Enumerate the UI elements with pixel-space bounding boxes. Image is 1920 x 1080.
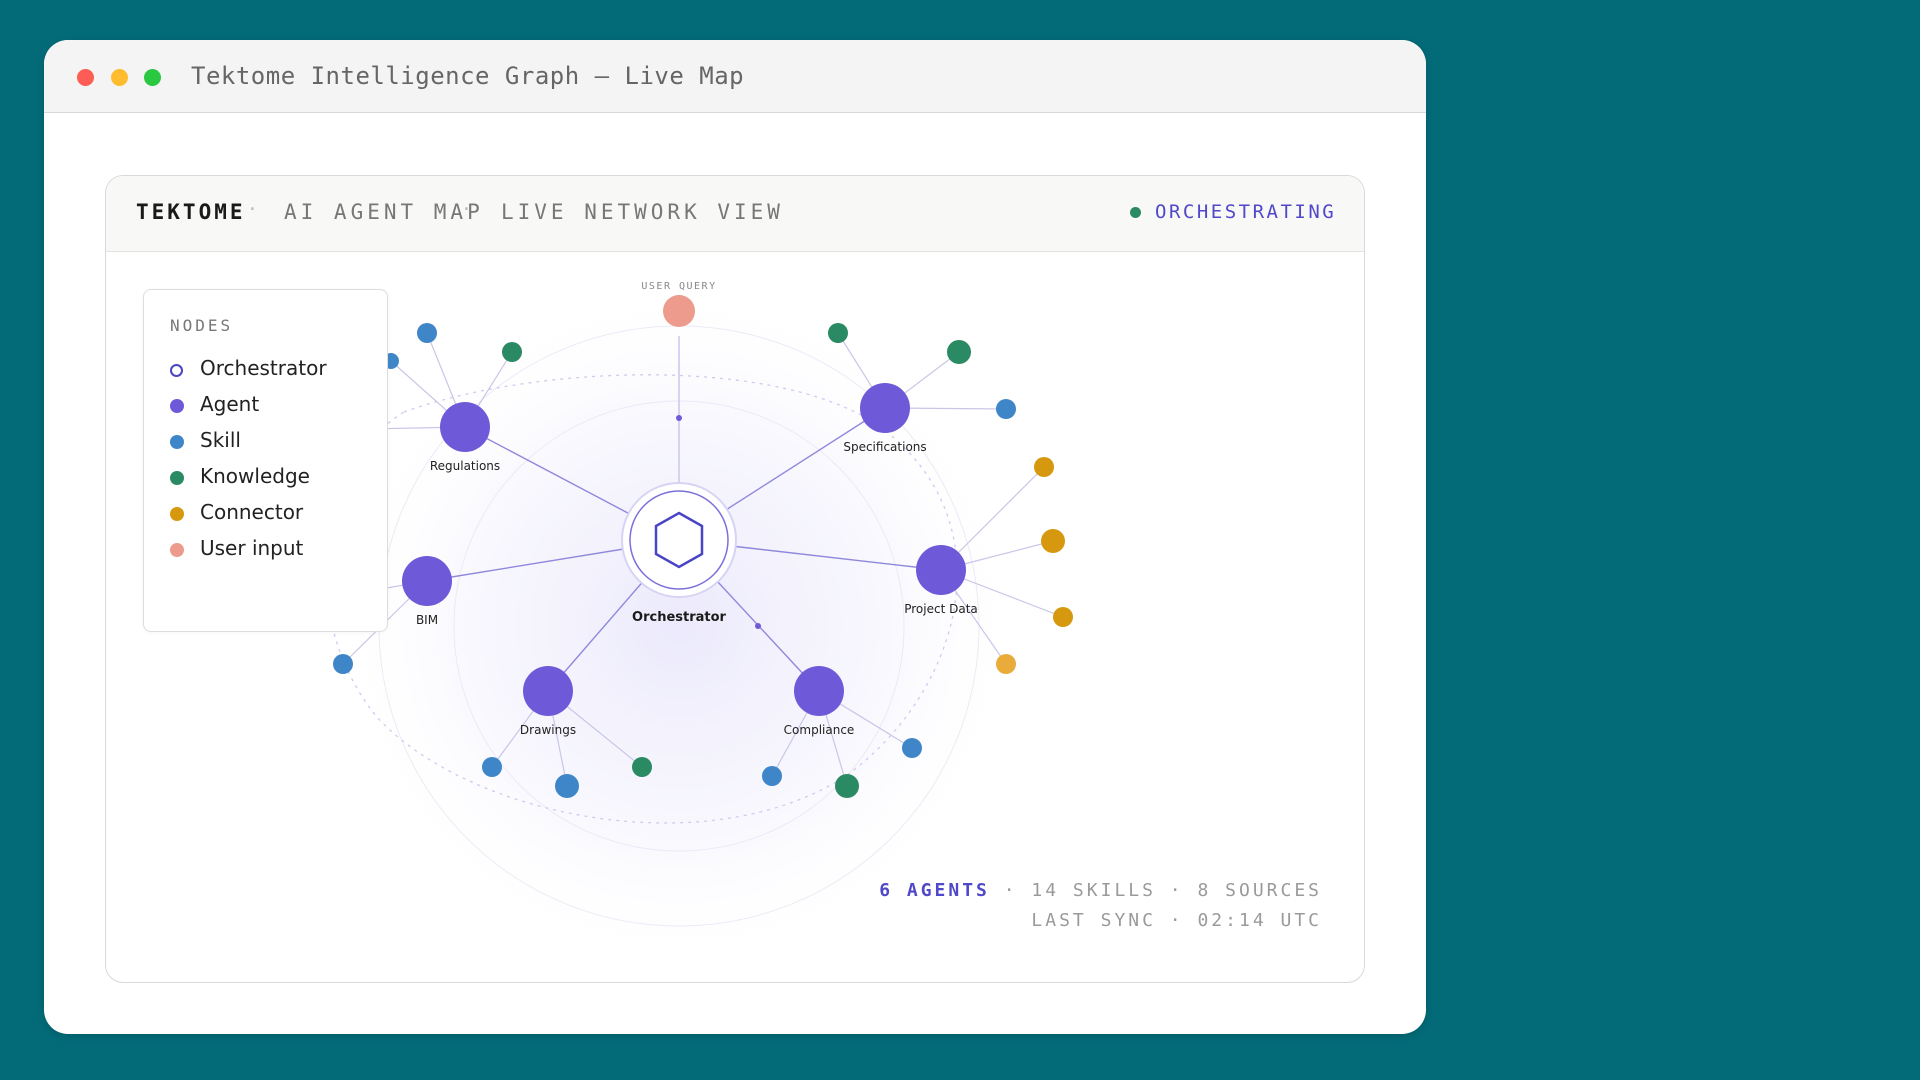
knowledge-swatch-icon — [170, 471, 184, 485]
title-bar: Tektome Intelligence Graph — Live Map — [44, 40, 1426, 113]
skill-node[interactable] — [902, 738, 922, 758]
skill-swatch-icon — [170, 435, 184, 449]
skill-node[interactable] — [996, 399, 1016, 419]
agent-label-compliance: Compliance — [784, 723, 855, 737]
connector-node[interactable] — [1041, 529, 1065, 553]
legend-title: NODES — [170, 316, 234, 335]
connector-node[interactable] — [996, 654, 1016, 674]
minimize-window-button[interactable] — [111, 69, 128, 86]
legend-label: Skill — [200, 428, 241, 452]
agent-node-drawings[interactable]: Drawings — [520, 666, 576, 737]
network-stats: 6 AGENTS · 14 SKILLS · 8 SOURCES LAST SY… — [879, 876, 1322, 936]
agent-label-specifications: Specifications — [843, 440, 926, 454]
agent-label-bim: BIM — [416, 613, 438, 627]
agent-label-project-data: Project Data — [904, 602, 978, 616]
skill-node[interactable] — [417, 323, 437, 343]
skills-sources-count: · 14 SKILLS · 8 SOURCES — [1003, 880, 1322, 901]
user-query-label: USER QUERY — [641, 281, 716, 292]
skill-node[interactable] — [333, 654, 353, 674]
connector-node[interactable] — [1053, 607, 1073, 627]
legend-label: Orchestrator — [200, 356, 327, 380]
agent-count: 6 AGENTS — [879, 880, 990, 901]
knowledge-node[interactable] — [632, 757, 652, 777]
close-window-button[interactable] — [77, 69, 94, 86]
maximize-window-button[interactable] — [144, 69, 161, 86]
orchestrator-label: Orchestrator — [632, 610, 727, 625]
stats-counts: 6 AGENTS · 14 SKILLS · 8 SOURCES — [879, 876, 1322, 906]
user-input-swatch-icon — [170, 543, 184, 557]
legend-label: User input — [200, 536, 304, 560]
connector-swatch-icon — [170, 507, 184, 521]
skill-node[interactable] — [555, 774, 579, 798]
app-window: Tektome Intelligence Graph — Live Map TE… — [44, 40, 1426, 1034]
legend-label: Connector — [200, 500, 304, 524]
last-sync: LAST SYNC · 02:14 UTC — [1031, 910, 1322, 931]
knowledge-node[interactable] — [947, 340, 971, 364]
orchestrator-swatch-icon — [170, 364, 183, 377]
nodes-legend: NODES Orchestrator Agent Skill Knowledge… — [143, 289, 388, 632]
legend-label: Knowledge — [200, 464, 310, 488]
agent-swatch-icon — [170, 399, 184, 413]
window-title: Tektome Intelligence Graph — Live Map — [191, 62, 745, 90]
agent-label-drawings: Drawings — [520, 723, 576, 737]
knowledge-node[interactable] — [835, 774, 859, 798]
skill-node[interactable] — [762, 766, 782, 786]
knowledge-node[interactable] — [502, 342, 522, 362]
skill-node[interactable] — [482, 757, 502, 777]
agent-map-panel: TEKTOME · AI AGENT MAP · LIVE NETWORK VI… — [105, 175, 1365, 983]
agent-label-regulations: Regulations — [430, 459, 500, 473]
knowledge-node[interactable] — [828, 323, 848, 343]
legend-label: Agent — [200, 392, 260, 416]
connector-node[interactable] — [1034, 457, 1054, 477]
